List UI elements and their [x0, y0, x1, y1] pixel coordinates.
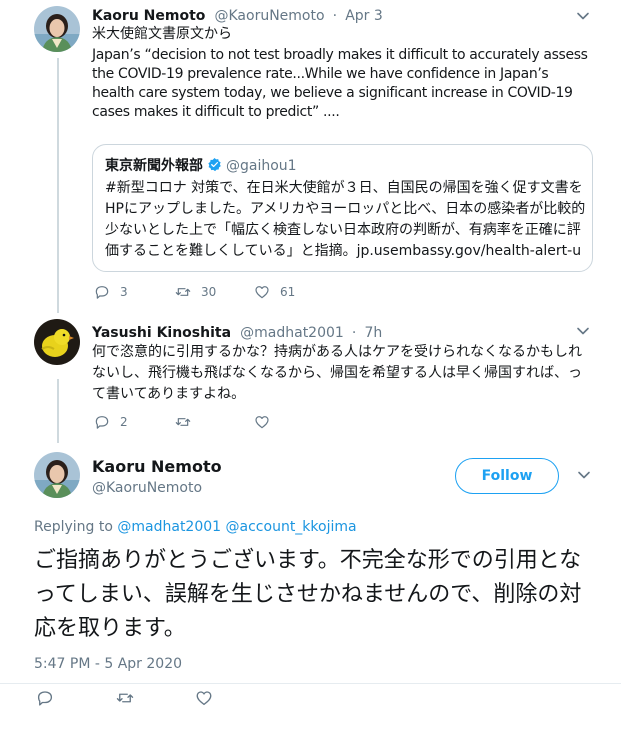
retweet-button[interactable]: [116, 689, 144, 707]
author-name[interactable]: Yasushi Kinoshita: [92, 325, 231, 341]
tweet-timestamp[interactable]: 5:47 PM - 5 Apr 2020: [34, 656, 182, 672]
reply-button[interactable]: [36, 689, 64, 707]
author-handle[interactable]: @KaoruNemoto: [92, 480, 202, 496]
reply-button[interactable]: 3: [94, 284, 128, 300]
avatar[interactable]: [34, 452, 80, 498]
tweet-text-line: 米大使館文書原文から: [92, 26, 232, 42]
reply-icon: [95, 416, 109, 429]
retweet-button[interactable]: 30: [175, 284, 216, 300]
tweet[interactable]: Yasushi Kinoshita @madhat2001 · 7h 何で恣意的…: [0, 313, 621, 443]
main-tweet: Kaoru Nemoto @KaoruNemoto Follow Replyin…: [0, 443, 621, 732]
tweet-date[interactable]: 7h: [364, 325, 382, 341]
reply-count: 3: [120, 285, 128, 299]
replying-to-label: Replying to: [34, 519, 113, 535]
retweet-icon: [175, 288, 191, 296]
chevron-down-icon[interactable]: [577, 467, 591, 486]
reply-button[interactable]: 2: [94, 414, 128, 430]
retweet-icon: [175, 418, 191, 426]
like-button[interactable]: [195, 689, 223, 707]
like-count: 61: [280, 285, 296, 299]
author-name[interactable]: Kaoru Nemoto: [92, 457, 222, 476]
quoted-tweet[interactable]: 東京新聞外報部 @gaihou1 #新型コロナ 対策で、在日米大使館が３日、自国民…: [92, 144, 593, 272]
retweet-button[interactable]: [175, 414, 201, 430]
like-icon: [255, 416, 269, 429]
mention-link[interactable]: @account_kkojima: [226, 519, 357, 535]
quoted-author-name: 東京新聞外報部: [105, 158, 203, 174]
tweet-date[interactable]: Apr 3: [345, 8, 383, 24]
reply-icon: [95, 286, 109, 299]
like-icon: [196, 691, 212, 706]
avatar[interactable]: [34, 6, 80, 52]
reply-count: 2: [120, 415, 128, 429]
like-button[interactable]: 61: [254, 284, 295, 300]
verified-icon: [208, 157, 221, 172]
replying-to: Replying to @madhat2001 @account_kkojima: [34, 519, 357, 535]
divider: [0, 683, 621, 684]
chevron-down-icon[interactable]: [576, 323, 590, 342]
separator: ·: [332, 8, 338, 24]
like-button[interactable]: [254, 414, 280, 430]
avatar[interactable]: [34, 319, 80, 365]
quoted-author-handle: @gaihou1: [226, 158, 297, 174]
author-handle[interactable]: @KaoruNemoto: [214, 8, 324, 24]
tweet[interactable]: Kaoru Nemoto @KaoruNemoto · Apr 3 米大使館文書…: [0, 0, 621, 312]
main-tweet-text: ご指摘ありがとうございます。不完全な形での引用となってしまい、誤解を生じさせかね…: [34, 548, 582, 641]
retweet-count: 30: [201, 285, 217, 299]
follow-button[interactable]: Follow: [455, 458, 559, 494]
like-icon: [255, 286, 269, 299]
author-handle[interactable]: @madhat2001: [240, 325, 344, 341]
quoted-text: #新型コロナ 対策で、在日米大使館が３日、自国民の帰国を強く促す文書をHPにアッ…: [105, 180, 586, 259]
separator: ·: [351, 325, 357, 341]
mention-link[interactable]: @madhat2001: [117, 519, 221, 535]
retweet-icon: [116, 693, 134, 703]
tweet-text: Japan’s “decision to not test broadly ma…: [92, 47, 588, 120]
tweet-text: 何で恣意的に引用するかな？持病がある人はケアを受けられなくなるかもしれないし、飛…: [92, 344, 582, 402]
reply-icon: [37, 691, 53, 706]
author-name[interactable]: Kaoru Nemoto: [92, 8, 205, 24]
